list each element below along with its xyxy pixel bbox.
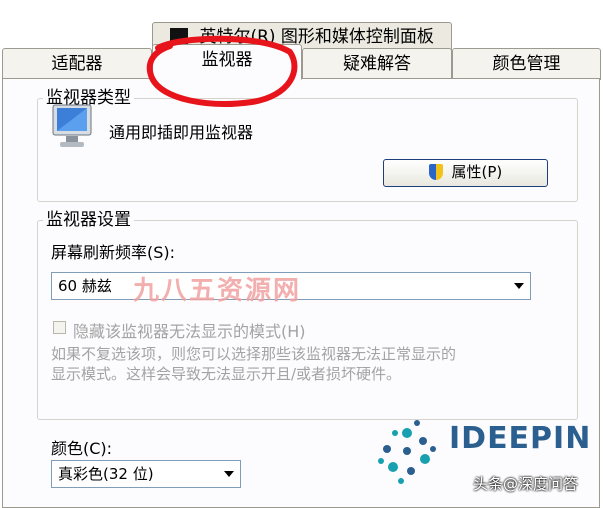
chevron-down-icon [514, 283, 524, 289]
watermark-caption: 头条@深度问答 [473, 475, 579, 493]
watermark-text: 九八五资源网 [133, 276, 302, 306]
tab-color-management[interactable]: 颜色管理 [452, 48, 601, 80]
hide-modes-label: 隐藏该监视器无法显示的模式(H) [73, 322, 306, 341]
tab-adapter[interactable]: 适配器 [2, 48, 152, 80]
hint-line-1: 如果不复选该项，则您可以选择那些该监视器无法正常显示的 [51, 345, 457, 363]
chevron-down-icon [224, 471, 234, 477]
top-edge [0, 0, 603, 22]
color-value: 真彩色(32 位) [58, 465, 154, 483]
tab-label: 适配器 [51, 54, 103, 74]
monitor-device-name: 通用即插即用监视器 [109, 123, 254, 142]
tab-label: 疑难解答 [343, 54, 411, 74]
annotation-circle [146, 35, 298, 107]
properties-button[interactable]: 属性(P) [383, 159, 548, 187]
shield-icon [428, 164, 443, 180]
tab-label: 颜色管理 [492, 54, 561, 74]
monitor-settings-label: 监视器设置 [43, 210, 134, 230]
refresh-rate-label: 屏幕刷新频率(S): [51, 243, 176, 262]
ideepin-brand: IDEEPIN [449, 421, 592, 456]
properties-button-label: 属性(P) [451, 163, 503, 181]
monitor-icon [52, 104, 92, 147]
refresh-rate-value: 60 赫兹 [58, 277, 112, 295]
color-label: 颜色(C): [51, 439, 113, 458]
hint-line-2: 显示模式。这样会导致无法显示开且/或者损坏硬件。 [51, 365, 402, 383]
ideepin-logo-icon [378, 420, 436, 484]
tab-troubleshoot[interactable]: 疑难解答 [302, 48, 452, 80]
hide-modes-checkbox[interactable] [53, 321, 66, 334]
monitor-panel: 监视器类型 通用即插即用监视器 属性(P) 监视器设置 屏幕刷新频率(S): 6… [2, 78, 600, 508]
color-select[interactable]: 真彩色(32 位) [51, 460, 241, 488]
